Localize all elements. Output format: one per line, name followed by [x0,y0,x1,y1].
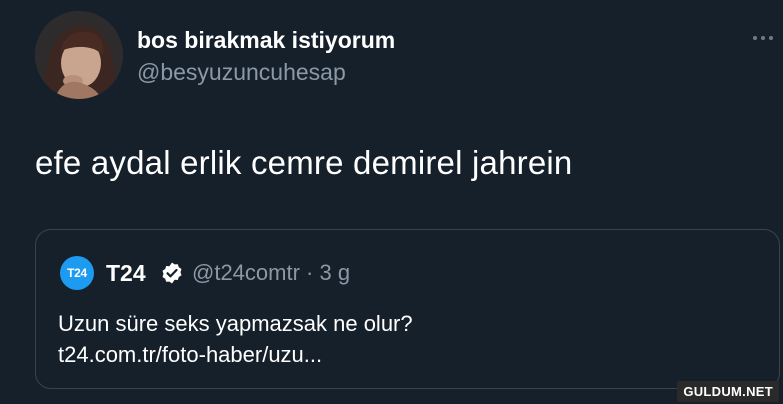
quote-author-name[interactable]: T24 [106,260,146,287]
quote-text-line: Uzun süre seks yapmazsak ne olur? [58,311,413,336]
more-dot [761,36,765,40]
watermark: GULDUM.NET [677,381,779,402]
verified-badge-icon [162,262,182,284]
quote-meta: @t24comtr · 3 g [192,260,350,286]
tweet-text: efe aydal erlik cemre demirel jahrein [35,144,573,181]
more-dot [753,36,757,40]
quote-author-handle[interactable]: @t24comtr [192,260,300,285]
more-horizontal-icon[interactable] [745,26,781,50]
meta-separator: · [306,260,314,285]
quote-avatar[interactable]: T24 [60,256,94,290]
avatar-image [35,11,123,99]
quoted-tweet-card[interactable]: T24 T24 @t24comtr · 3 g Uzun süre seks y… [35,229,780,389]
avatar[interactable] [35,11,123,99]
quote-link[interactable]: t24.com.tr/foto-haber/uzu... [58,339,413,370]
quote-text: Uzun süre seks yapmazsak ne olur? t24.co… [58,308,413,370]
quote-timestamp[interactable]: 3 g [320,260,351,285]
author-name[interactable]: bos birakmak istiyorum [137,27,395,54]
author-handle[interactable]: @besyuzuncuhesap [137,59,346,86]
more-dot [769,36,773,40]
